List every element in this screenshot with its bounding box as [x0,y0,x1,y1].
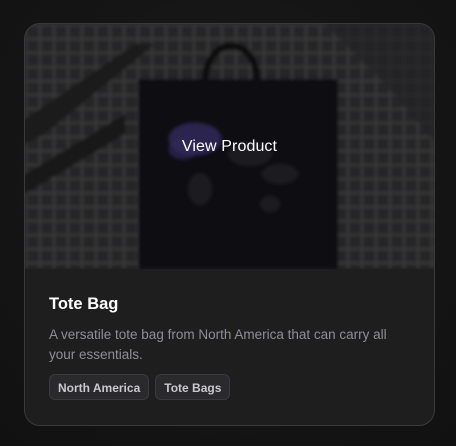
tag-north-america[interactable]: North America [49,374,150,400]
product-title: Tote Bag [49,295,119,313]
product-card[interactable]: View Product Tote Bag A versatile tote b… [24,23,435,426]
page: View Product Tote Bag A versatile tote b… [0,0,456,446]
card-body: Tote Bag A versatile tote bag from North… [49,294,410,400]
tag-tote-bags[interactable]: Tote Bags [155,374,231,400]
product-image-link[interactable]: View Product [25,24,434,269]
tag-list: North America Tote Bags [49,374,410,400]
product-description: A versatile tote bag from North America … [49,327,387,362]
view-product-label[interactable]: View Product [25,138,434,156]
